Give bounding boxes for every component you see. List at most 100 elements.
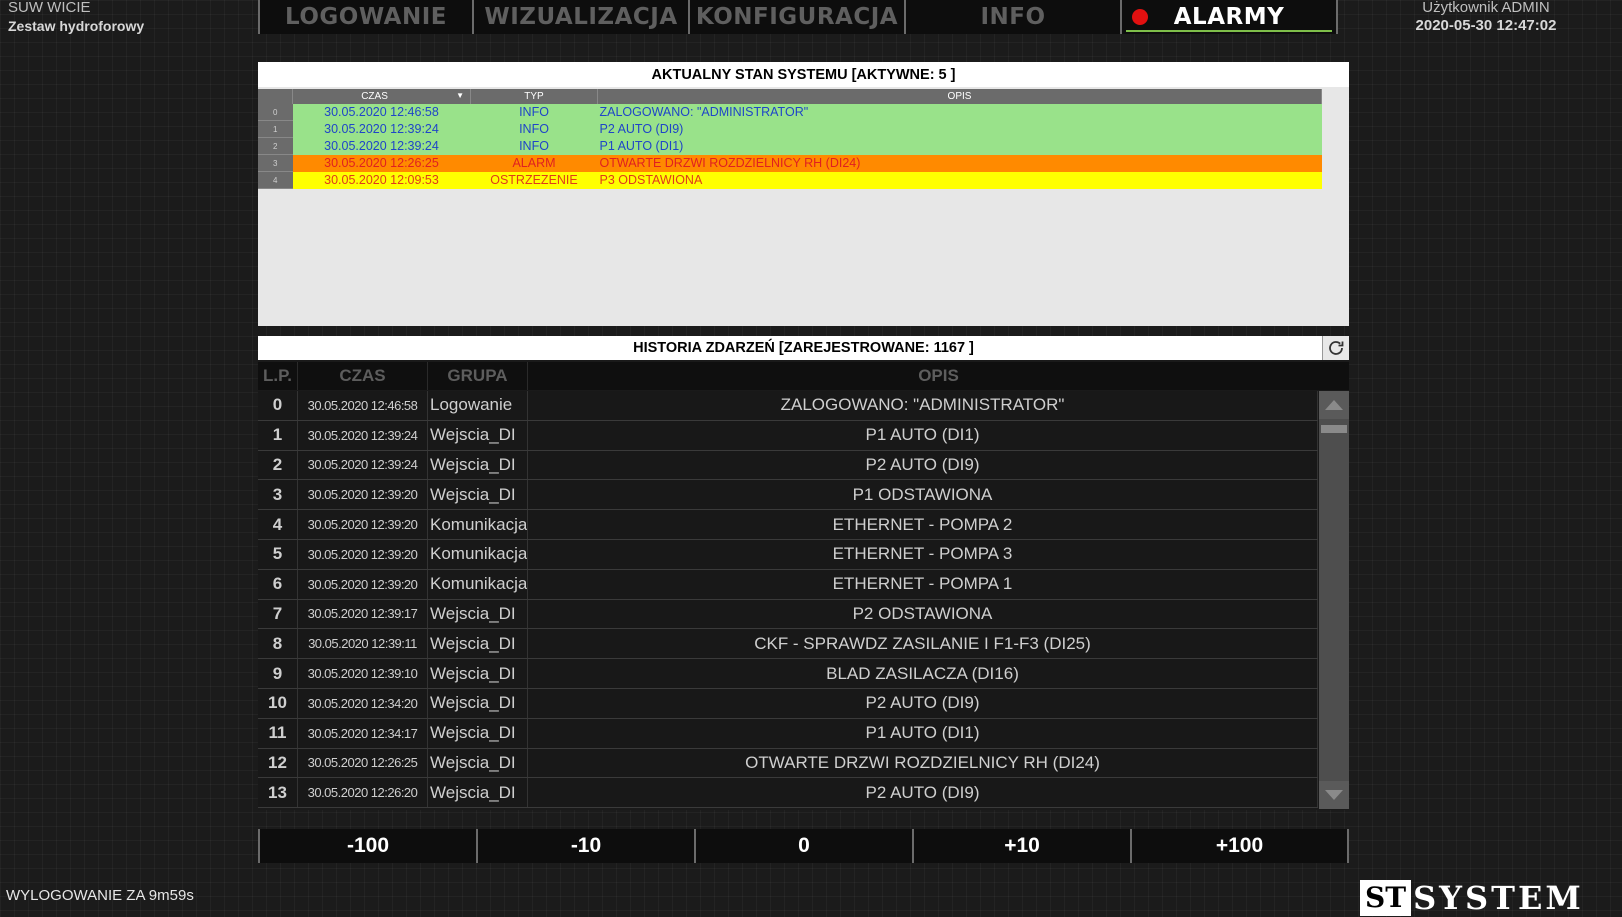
history-lp: 4 bbox=[258, 510, 298, 539]
alarm-type: INFO bbox=[470, 120, 598, 138]
logo-st: ST bbox=[1360, 880, 1412, 916]
history-time: 30.05.2020 12:39:24 bbox=[298, 450, 428, 480]
history-time: 30.05.2020 12:46:58 bbox=[298, 391, 428, 420]
row-index: 4 bbox=[258, 171, 293, 189]
column-header-opis[interactable]: OPIS bbox=[528, 362, 1349, 390]
scroll-down-button[interactable] bbox=[1319, 781, 1349, 809]
history-time: 30.05.2020 12:34:20 bbox=[298, 688, 428, 718]
history-time: 30.05.2020 12:39:20 bbox=[298, 539, 428, 569]
history-lp: 8 bbox=[258, 629, 298, 659]
history-row[interactable]: 4 30.05.2020 12:39:20 Komunikacja ETHERNET … bbox=[258, 510, 1318, 540]
active-alarm-row[interactable]: 3 30.05.2020 12:26:25 ALARM OTWARTE DRZWI R… bbox=[258, 154, 1322, 172]
history-row[interactable]: 13 30.05.2020 12:26:20 Wejscia_DI P2 AUTO (… bbox=[258, 778, 1318, 809]
alarm-time: 30.05.2020 12:39:24 bbox=[292, 137, 471, 155]
history-group: Wejscia_DI bbox=[428, 599, 528, 629]
scroll-up-button[interactable] bbox=[1319, 391, 1349, 419]
alarm-type: INFO bbox=[470, 104, 598, 121]
history-time: 30.05.2020 12:39:11 bbox=[298, 629, 428, 659]
column-header-czas[interactable]: CZAS bbox=[298, 362, 428, 390]
history-row[interactable]: 6 30.05.2020 12:39:20 Komunikacja ETHERNET … bbox=[258, 569, 1318, 600]
history-description: CKF - SPRAWDZ ZASILANIE I F1-F3 (DI25) bbox=[528, 629, 1318, 659]
history-description: ETHERNET - POMPA 3 bbox=[528, 539, 1318, 569]
history-lp: 13 bbox=[258, 778, 298, 808]
history-group: Wejscia_DI bbox=[428, 688, 528, 718]
history-group: Logowanie bbox=[428, 391, 528, 420]
refresh-button[interactable] bbox=[1322, 336, 1349, 360]
sort-down-icon[interactable]: ▼ bbox=[456, 91, 464, 100]
history-row[interactable]: 0 30.05.2020 12:46:58 Logowanie ZALOGOWANO:… bbox=[258, 391, 1318, 421]
tab-konfiguracja[interactable]: KONFIGURACJA bbox=[690, 0, 906, 34]
history-group: Wejscia_DI bbox=[428, 778, 528, 808]
history-lp: 3 bbox=[258, 480, 298, 510]
alarm-type: ALARM bbox=[470, 154, 598, 172]
active-alarm-row[interactable]: 2 30.05.2020 12:39:24 INFO P1 AUTO (DI1) bbox=[258, 137, 1322, 155]
refresh-icon bbox=[1329, 341, 1344, 355]
history-row[interactable]: 9 30.05.2020 12:39:10 Wejscia_DI BLAD ZASIL… bbox=[258, 659, 1318, 689]
history-group: Wejscia_DI bbox=[428, 659, 528, 688]
history-description: P2 AUTO (DI9) bbox=[528, 450, 1318, 480]
logout-timer: WYLOGOWANIE ZA 9m59s bbox=[6, 887, 194, 904]
history-row[interactable]: 8 30.05.2020 12:39:11 Wejscia_DI CKF - SPRA… bbox=[258, 629, 1318, 660]
history-description: P1 AUTO (DI1) bbox=[528, 420, 1318, 450]
history-row[interactable]: 11 30.05.2020 12:34:17 Wejscia_DI P1 AUTO (… bbox=[258, 718, 1318, 749]
page-zero-button[interactable]: 0 bbox=[694, 829, 912, 863]
history-group: Wejscia_DI bbox=[428, 480, 528, 510]
column-header-typ[interactable]: TYP bbox=[470, 89, 598, 104]
alarm-time: 30.05.2020 12:46:58 bbox=[292, 104, 471, 121]
tab-alarmy[interactable]: ALARMY bbox=[1122, 0, 1338, 34]
history-row[interactable]: 1 30.05.2020 12:39:24 Wejscia_DI P1 AUTO (D… bbox=[258, 420, 1318, 451]
active-alarm-row[interactable]: 1 30.05.2020 12:39:24 INFO P2 AUTO (DI9) bbox=[258, 120, 1322, 138]
history-lp: 0 bbox=[258, 391, 298, 420]
history-scrollbar[interactable] bbox=[1319, 391, 1349, 809]
column-header-czas[interactable]: CZAS ▼ bbox=[292, 89, 471, 104]
tab-logowanie[interactable]: LOGOWANIE bbox=[258, 0, 474, 34]
column-header-lp[interactable]: L.P. bbox=[258, 362, 298, 390]
tab-alarmy-label: ALARMY bbox=[1173, 4, 1285, 30]
page-minus-10-button[interactable]: -10 bbox=[476, 829, 694, 863]
row-index: 0 bbox=[258, 104, 293, 121]
history-row[interactable]: 3 30.05.2020 12:39:20 Wejscia_DI P1 ODSTAWI… bbox=[258, 480, 1318, 511]
site-info: SUW WICIE Zestaw hydroforowy bbox=[8, 0, 144, 35]
history-description: P2 ODSTAWIONA bbox=[528, 599, 1318, 629]
history-row[interactable]: 2 30.05.2020 12:39:24 Wejscia_DI P2 AUTO (D… bbox=[258, 450, 1318, 481]
column-header-opis[interactable]: OPIS bbox=[597, 89, 1322, 104]
history-lp: 10 bbox=[258, 688, 298, 718]
page-plus-10-button[interactable]: +10 bbox=[912, 829, 1130, 863]
history-time: 30.05.2020 12:39:20 bbox=[298, 480, 428, 510]
active-alarms-table: CZAS ▼ TYP OPIS 0 30.05.2020 12:46:58 INFO… bbox=[258, 89, 1322, 189]
active-alarm-row[interactable]: 0 30.05.2020 12:46:58 INFO ZALOGOWANO: "ADM… bbox=[258, 104, 1322, 121]
history-row[interactable]: 7 30.05.2020 12:39:17 Wejscia_DI P2 ODSTAWI… bbox=[258, 599, 1318, 630]
index-column-header bbox=[258, 89, 293, 104]
history-panel-title: HISTORIA ZDARZEŃ [ZAREJESTROWANE: 1167 ] bbox=[258, 336, 1349, 360]
history-lp: 9 bbox=[258, 659, 298, 688]
alarm-description: ZALOGOWANO: "ADMINISTRATOR" bbox=[597, 104, 1322, 121]
history-lp: 6 bbox=[258, 569, 298, 599]
active-alarms-body: 0 30.05.2020 12:46:58 INFO ZALOGOWANO: "ADM… bbox=[258, 104, 1322, 189]
active-alarm-row[interactable]: 4 30.05.2020 12:09:53 OSTRZEZENIE P3 ODSTAW… bbox=[258, 171, 1322, 189]
scroll-thumb[interactable] bbox=[1321, 425, 1347, 433]
history-description: P2 AUTO (DI9) bbox=[528, 688, 1318, 718]
row-index: 1 bbox=[258, 120, 293, 138]
history-group: Wejscia_DI bbox=[428, 450, 528, 480]
history-description: ZALOGOWANO: "ADMINISTRATOR" bbox=[528, 391, 1318, 420]
site-name: SUW WICIE bbox=[8, 0, 91, 16]
history-time: 30.05.2020 12:26:25 bbox=[298, 748, 428, 778]
history-title-text: HISTORIA ZDARZEŃ [ZAREJESTROWANE: 1167 ] bbox=[633, 340, 974, 356]
history-time: 30.05.2020 12:39:20 bbox=[298, 569, 428, 599]
row-index: 2 bbox=[258, 137, 293, 155]
column-header-czas-label: CZAS bbox=[361, 91, 388, 102]
history-time: 30.05.2020 12:39:24 bbox=[298, 420, 428, 450]
history-group: Wejscia_DI bbox=[428, 718, 528, 748]
tab-wizualizacja[interactable]: WIZUALIZACJA bbox=[474, 0, 690, 34]
page-minus-100-button[interactable]: -100 bbox=[258, 829, 476, 863]
history-row[interactable]: 12 30.05.2020 12:26:25 Wejscia_DI OTWARTE D… bbox=[258, 748, 1318, 779]
alarm-description: P2 AUTO (DI9) bbox=[597, 120, 1322, 138]
tab-info[interactable]: INFO bbox=[906, 0, 1122, 34]
page-plus-100-button[interactable]: +100 bbox=[1130, 829, 1349, 863]
history-pager: -100 -10 0 +10 +100 bbox=[258, 829, 1349, 863]
history-table-body: 0 30.05.2020 12:46:58 Logowanie ZALOGOWANO:… bbox=[258, 391, 1318, 809]
history-row[interactable]: 5 30.05.2020 12:39:20 Komunikacja ETHERNET … bbox=[258, 539, 1318, 570]
history-row[interactable]: 10 30.05.2020 12:34:20 Wejscia_DI P2 AUTO (… bbox=[258, 688, 1318, 719]
alarm-time: 30.05.2020 12:39:24 bbox=[292, 120, 471, 138]
column-header-grupa[interactable]: GRUPA bbox=[428, 362, 528, 390]
